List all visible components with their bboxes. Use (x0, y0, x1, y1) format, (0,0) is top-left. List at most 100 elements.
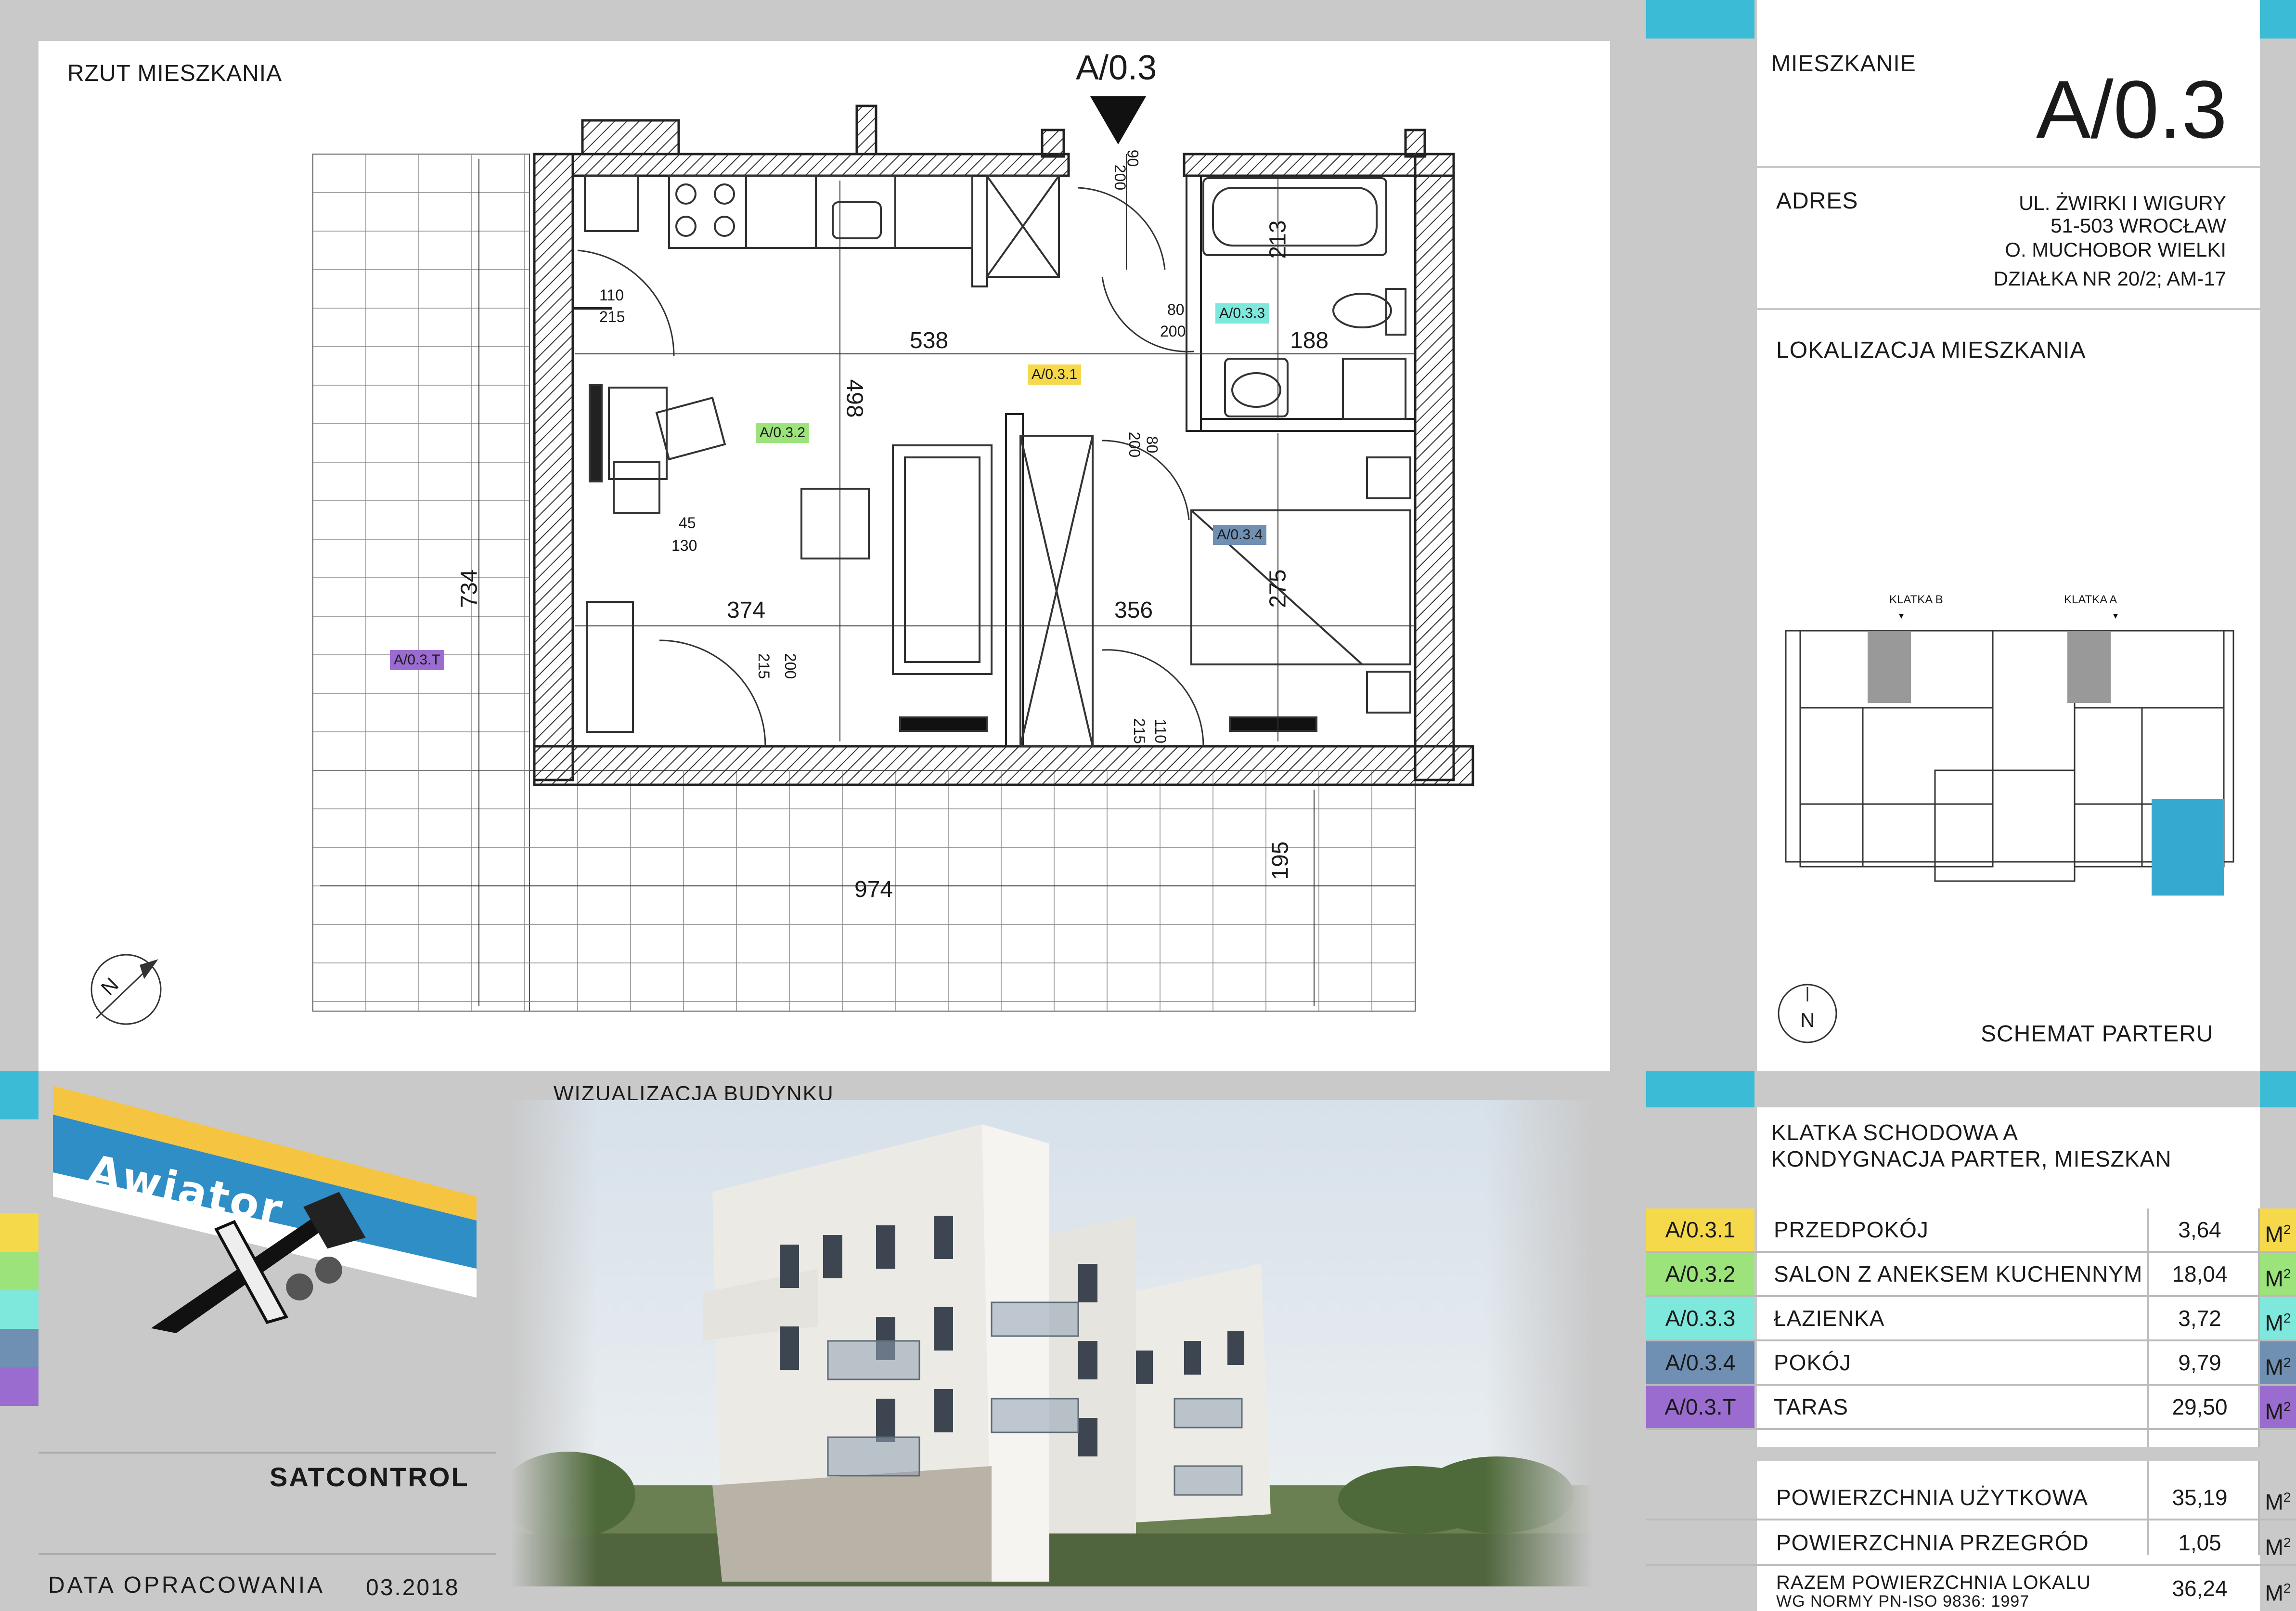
unit-label: M (2265, 1221, 2283, 1247)
awiator-logo (53, 1086, 477, 1333)
unit-cell: M2 (2260, 1208, 2296, 1251)
row-divider (1646, 1564, 2296, 1566)
summary-area: 1,05 (2178, 1530, 2221, 1555)
address-line-2: 51-503 WROCŁAW (2051, 214, 2226, 237)
date-value: 03.2018 (366, 1575, 460, 1600)
floor-plan-drawing: (function(){ const g = document.currentS… (90, 104, 1474, 1025)
unit-cell: M2 (2260, 1521, 2296, 1564)
door-bedroom-height: 200 (1126, 431, 1144, 458)
unit-exponent: 2 (2283, 1355, 2291, 1370)
address-line-3: O. MUCHOBOR WIELKI (2005, 238, 2226, 261)
divider (1757, 166, 2260, 168)
room-code: A/0.3.1 (1646, 1208, 1754, 1251)
unit-exponent: 2 (2283, 1535, 2291, 1550)
summary-row: POWIERZCHNIA PRZEGRÓD 1,05 M2 (1646, 1521, 2296, 1566)
accent-bar (2260, 0, 2296, 39)
accent-bar (0, 1071, 39, 1119)
unit-label: M (2265, 1266, 2283, 1291)
room-area: 18,04 (2172, 1261, 2228, 1286)
table-row: A/0.3.T TARAS 29,50 M2 (1646, 1386, 2296, 1430)
total-norm: WG NORMY PN-ISO 9836: 1997 (1776, 1592, 2030, 1611)
room-tag-hall: A/0.3.1 (1028, 364, 1082, 385)
summary-name: POWIERZCHNIA PRZEGRÓD (1776, 1530, 2089, 1555)
stair-b-label: KLATKA B (1889, 593, 1943, 606)
accent-bar (1646, 1071, 1754, 1107)
room-tag-living: A/0.3.2 (756, 423, 810, 443)
summary-area: 35,19 (2172, 1485, 2228, 1510)
window-west-width: 110 (599, 286, 624, 304)
building-render (510, 1100, 1593, 1586)
room-area: 3,64 (2178, 1217, 2221, 1242)
room-area: 3,72 (2178, 1306, 2221, 1331)
window-west-height: 215 (599, 308, 625, 325)
row-divider (1646, 1519, 2296, 1520)
apartment-label: MIESZKANIE (1771, 51, 1916, 77)
door-terrace-width: 200 (782, 653, 800, 679)
divider (39, 1452, 496, 1454)
section-gap (1646, 1447, 2296, 1461)
room-code: A/0.3.4 (1646, 1341, 1754, 1384)
window-bedroom-height: 215 (1131, 718, 1148, 744)
unit-cell: M2 (2260, 1341, 2296, 1384)
unit-label: M (2265, 1399, 2283, 1424)
interior-walls (572, 175, 1416, 747)
accent-bar (2260, 1071, 2296, 1107)
table-row: A/0.3.4 POKÓJ 9,79 M2 (1646, 1341, 2296, 1386)
room-tag-bedroom: A/0.3.4 (1213, 525, 1267, 545)
apartment-id: A/0.3 (2036, 64, 2227, 156)
swatch-cyan (0, 1290, 39, 1329)
unit-cell: M2 (2260, 1253, 2296, 1295)
swatch-green (0, 1252, 39, 1290)
unit-exponent: 2 (2283, 1399, 2291, 1414)
room-area: 9,79 (2178, 1350, 2221, 1375)
table-row: A/0.3.1 PRZEDPOKÓJ 3,64 M2 (1646, 1208, 2296, 1253)
plan-title: RZUT MIESZKANIA (67, 61, 283, 86)
summary-name: POWIERZCHNIA UŻYTKOWA (1776, 1485, 2088, 1510)
swatch-blue (0, 1329, 39, 1367)
dim-terrace-depth: 734 (456, 569, 482, 608)
ground-floor-scheme (1785, 614, 2234, 896)
table-row: A/0.3.3 ŁAZIENKA 3,72 M2 (1646, 1297, 2296, 1341)
unit-label: M (2265, 1310, 2283, 1336)
window-small-height: 130 (671, 537, 697, 554)
unit-label: M (2265, 1354, 2283, 1380)
divider (1757, 308, 2260, 310)
room-code: A/0.3.2 (1646, 1253, 1754, 1295)
company-name: SATCONTROL (270, 1462, 469, 1492)
table-header-2: KONDYGNACJA PARTER, MIESZKAN (1771, 1146, 2172, 1171)
window-small-width: 45 (679, 514, 696, 532)
summary-row: POWIERZCHNIA UŻYTKOWA 35,19 M2 (1646, 1476, 2296, 1520)
apartment-marker: A/0.3 (1076, 49, 1157, 87)
window-bedroom-width: 110 (1152, 718, 1170, 744)
dim-terrace-front: 195 (1267, 841, 1293, 880)
room-name: TARAS (1774, 1394, 1848, 1419)
scheme-label: SCHEMAT PARTERU (1981, 1021, 2214, 1047)
door-swings (577, 187, 1204, 747)
swatch-yellow (0, 1213, 39, 1252)
total-row: RAZEM POWIERZCHNIA LOKALU WG NORMY PN-IS… (1646, 1567, 2296, 1611)
unit-exponent: 2 (2283, 1222, 2291, 1237)
door-bath-height: 200 (1160, 323, 1186, 340)
dim-bedroom-width: 356 (1114, 598, 1153, 623)
unit-exponent: 2 (2283, 1490, 2291, 1505)
door-terrace-height: 215 (755, 653, 773, 679)
address-line-1: UL. ŻWIRKI I WIGURY (2019, 192, 2226, 214)
north-arrow (90, 954, 162, 1025)
unit-exponent: 2 (2283, 1266, 2291, 1281)
room-tag-bath: A/0.3.3 (1215, 303, 1269, 324)
dim-living-width: 538 (910, 328, 949, 353)
unit-label: M (2265, 1489, 2283, 1515)
walls (533, 104, 1474, 786)
room-tag-terrace: A/0.3.T (390, 650, 444, 670)
room-name: PRZEDPOKÓJ (1774, 1217, 1929, 1242)
table-row: A/0.3.2 SALON Z ANEKSEM KUCHENNYM 18,04 … (1646, 1253, 2296, 1297)
table-header-1: KLATKA SCHODOWA A (1771, 1120, 2018, 1145)
door-bedroom-width: 80 (1143, 436, 1161, 454)
kitchen-counter (584, 175, 1060, 278)
total-area: 36,24 (2172, 1576, 2228, 1601)
dim-bath-depth: 213 (1265, 220, 1291, 259)
dim-terrace-width: 974 (854, 877, 893, 902)
unit-cell: M2 (2260, 1386, 2296, 1428)
door-entrance-height: 200 (1111, 164, 1129, 191)
north-label-small: N (1800, 1009, 1815, 1031)
